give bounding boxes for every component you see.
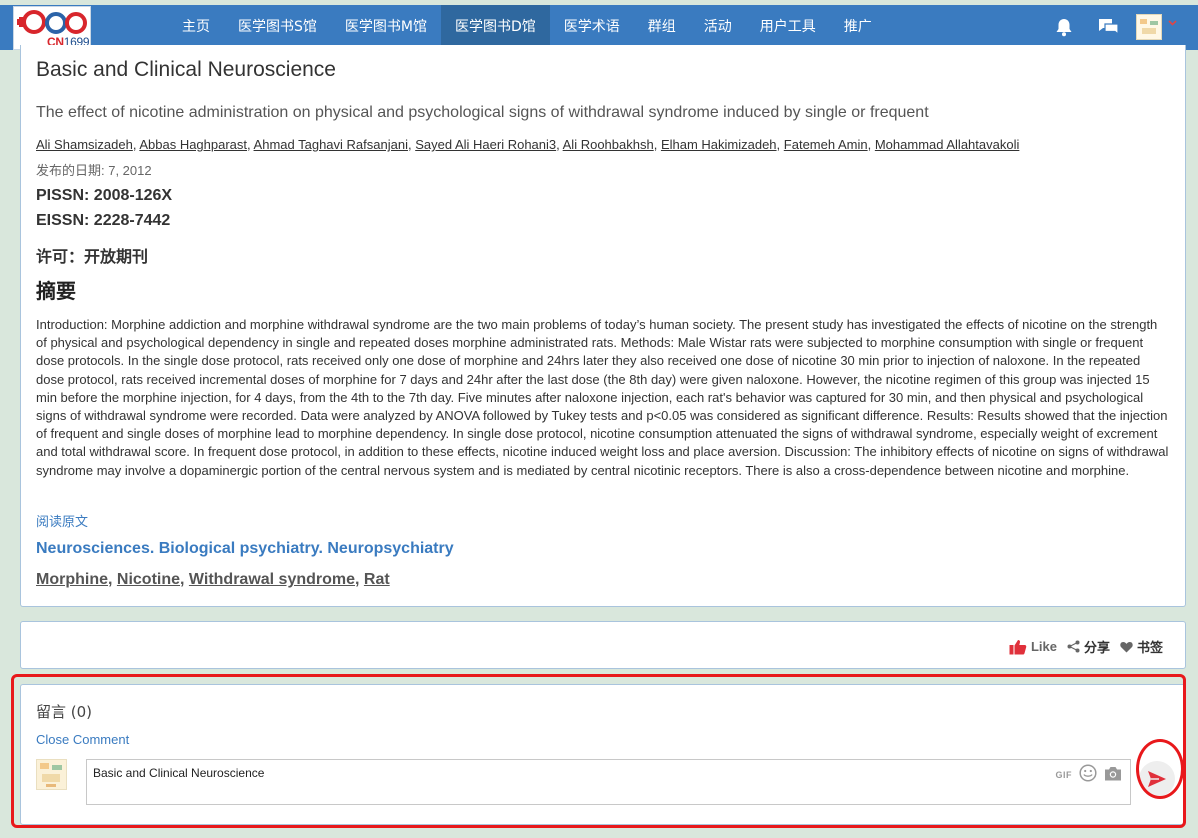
author-separator: ,	[867, 137, 875, 152]
author-link[interactable]: Ali Roohbakhsh	[563, 137, 654, 152]
send-button[interactable]	[1139, 761, 1175, 797]
author-link[interactable]: Ahmad Taghavi Rafsanjani	[254, 137, 408, 152]
top-navbar: CN1699 主页 医学图书S馆 医学图书M馆 医学图书D馆 医学术语 群组 活动 用户工具推…	[0, 5, 1198, 50]
thumbs-up-icon	[1009, 639, 1027, 654]
article-title: The effect of nicotine administration on…	[36, 104, 929, 121]
nav-item-5[interactable]: 群组	[634, 5, 690, 50]
author-link[interactable]: Fatemeh Amin	[784, 137, 868, 152]
author-list: Ali Shamsizadeh, Abbas Haghparast, Ahmad…	[36, 137, 1019, 152]
nav-item-1[interactable]: 医学图书S馆	[224, 5, 331, 50]
close-comment-link[interactable]: Close Comment	[36, 732, 129, 747]
article-card: Basic and Clinical Neuroscience The effe…	[20, 45, 1186, 607]
author-link[interactable]: Ali Shamsizadeh	[36, 137, 133, 152]
actions-card: Like 分享 书签	[20, 621, 1186, 669]
keyword-link[interactable]: Withdrawal syndrome	[189, 571, 355, 588]
bookmark-button[interactable]: 书签	[1120, 637, 1163, 656]
comment-avatar	[36, 759, 67, 790]
license: 许可：开放期刊	[36, 247, 149, 266]
chevron-down-icon[interactable]	[1168, 18, 1177, 29]
nav-item-0[interactable]: 主页	[168, 5, 224, 50]
logo-rings-icon	[17, 10, 87, 34]
nav-item-4[interactable]: 医学术语	[550, 5, 634, 50]
comment-input[interactable]: Basic and Clinical Neuroscience GIF	[86, 759, 1131, 805]
author-link[interactable]: Elham Hakimizadeh	[661, 137, 777, 152]
nav-item-7[interactable]: 用户工具	[746, 5, 830, 50]
subject-link[interactable]: Neurosciences. Biological psychiatry. Ne…	[36, 540, 454, 558]
camera-icon[interactable]	[1104, 766, 1122, 784]
nav-item-3[interactable]: 医学图书D馆	[440, 5, 550, 50]
author-link[interactable]: Abbas Haghparast	[139, 137, 247, 152]
author-separator: ,	[653, 137, 661, 152]
author-link[interactable]: Mohammad Allahtavakoli	[875, 137, 1020, 152]
publish-date: 发布的日期: 7, 2012	[36, 163, 152, 178]
keyword-separator: ,	[180, 571, 189, 588]
comment-tools: GIF	[1056, 764, 1123, 785]
share-icon	[1067, 640, 1080, 653]
keyword-link[interactable]: Morphine	[36, 571, 108, 588]
read-original-link[interactable]: 阅读原文	[36, 511, 88, 530]
journal-title: Basic and Clinical Neuroscience	[36, 58, 336, 81]
comment-input-value: Basic and Clinical Neuroscience	[93, 766, 265, 780]
action-bar: Like 分享 书签	[1009, 637, 1163, 656]
bell-icon[interactable]	[1055, 18, 1073, 42]
main-nav: 主页 医学图书S馆 医学图书M馆 医学图书D馆 医学术语 群组 活动 用户工具 推广	[168, 5, 886, 50]
keyword-list: Morphine, Nicotine, Withdrawal syndrome,…	[36, 571, 390, 589]
heart-icon	[1120, 641, 1133, 652]
nav-item-8[interactable]: 推广	[830, 5, 886, 50]
comments-title: 留言 (0)	[36, 703, 93, 721]
send-icon	[1148, 771, 1166, 787]
like-label: Like	[1030, 639, 1057, 654]
pissn: PISSN: 2008-126X	[36, 187, 173, 204]
comments-card: 留言 (0) Close Comment Basic and Clinical …	[20, 684, 1186, 825]
eissn: EISSN: 2228-7442	[36, 212, 171, 229]
author-separator: ,	[776, 137, 784, 152]
keyword-separator: ,	[108, 571, 117, 588]
abstract-text: Introduction: Morphine addiction and mor…	[36, 317, 1169, 478]
keyword-link[interactable]: Nicotine	[117, 571, 180, 588]
nav-item-6[interactable]: 活动	[690, 5, 746, 50]
nav-item-2[interactable]: 医学图书M馆	[331, 5, 441, 50]
share-label: 分享	[1083, 641, 1110, 656]
like-button[interactable]: Like	[1009, 637, 1057, 656]
avatar[interactable]	[1136, 14, 1162, 40]
abstract-heading: 摘要	[36, 279, 76, 303]
keyword-separator: ,	[355, 571, 364, 588]
chat-icon[interactable]	[1098, 18, 1119, 42]
gif-button[interactable]: GIF	[1056, 770, 1073, 780]
author-link[interactable]: Sayed Ali Haeri Rohani3	[415, 137, 556, 152]
share-button[interactable]: 分享	[1067, 637, 1110, 656]
keyword-link[interactable]: Rat	[364, 571, 390, 588]
emoji-icon[interactable]	[1079, 764, 1097, 785]
site-logo[interactable]: CN1699	[13, 6, 91, 50]
bookmark-label: 书签	[1136, 641, 1163, 656]
